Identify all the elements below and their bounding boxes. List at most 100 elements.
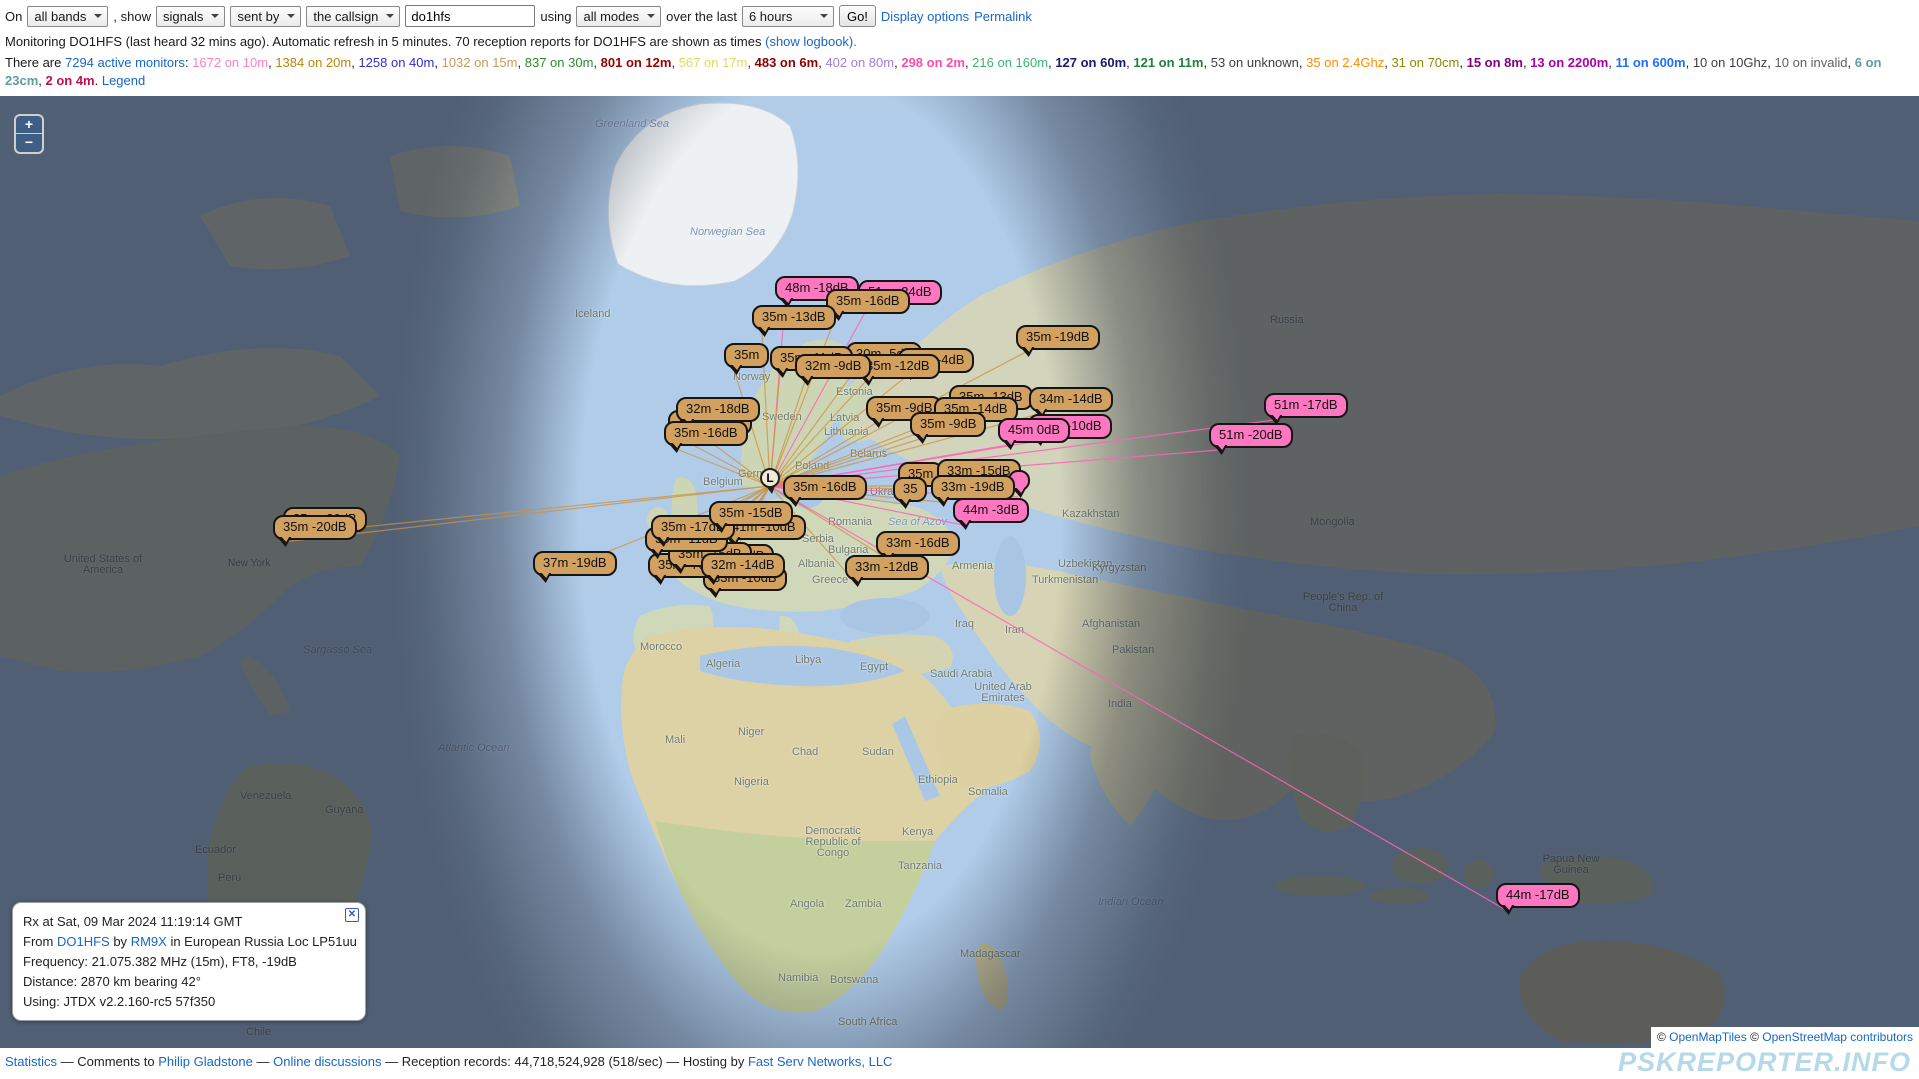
chevron-down-icon — [287, 14, 295, 22]
popup-software: Using: JTDX v2.2.160-rc5 57f350 — [23, 992, 355, 1011]
close-icon[interactable]: ✕ — [345, 908, 359, 922]
monitor-count: 121 on 11m — [1133, 55, 1203, 70]
callsign-mode-value: the callsign — [313, 9, 378, 24]
monitor-count: 402 on 80m — [825, 55, 894, 70]
reception-report-balloon[interactable]: 35m -20dB — [273, 515, 357, 540]
monitoring-text: Monitoring DO1HFS (last heard 32 mins ag… — [5, 34, 765, 49]
modes-select-value: all modes — [583, 9, 639, 24]
monitor-count: 567 on 17m — [679, 55, 748, 70]
monitor-count: 1032 on 15m — [442, 55, 518, 70]
go-button[interactable]: Go! — [839, 5, 876, 27]
monitor-count: 483 on 6m — [755, 55, 819, 70]
status-line: Monitoring DO1HFS (last heard 32 mins ag… — [5, 34, 1914, 51]
reception-report-balloon[interactable]: 35m -9dB — [910, 412, 986, 437]
reception-report-balloon[interactable]: 35m — [724, 343, 769, 368]
callsign-input[interactable] — [405, 5, 535, 27]
monitor-count: 35 on 2.4Ghz — [1306, 55, 1384, 70]
on-label: On — [5, 9, 22, 24]
separator: — — [385, 1054, 398, 1069]
reception-report-balloon[interactable]: 33m -16dB — [876, 531, 960, 556]
zoom-out-button[interactable]: − — [16, 134, 42, 152]
monitors-line: There are 7294 active monitors: 1672 on … — [5, 54, 1914, 90]
monitor-count: 216 on 160m — [972, 55, 1048, 70]
hosting-link[interactable]: Fast Serv Networks, LLC — [748, 1054, 893, 1069]
separator: — — [61, 1054, 74, 1069]
monitor-count: 801 on 12m — [601, 55, 672, 70]
reception-report-balloon[interactable]: 33m -12dB — [845, 555, 929, 580]
reception-report-balloon[interactable]: 32m -9dB — [795, 354, 871, 379]
reception-report-balloon[interactable]: 44m -17dB — [1496, 883, 1580, 908]
reception-report-balloon[interactable]: 44m -3dB — [953, 498, 1029, 523]
monitors-prefix: There are — [5, 55, 65, 70]
show-label: , show — [113, 9, 151, 24]
monitored-station-marker[interactable]: L — [760, 468, 780, 488]
statistics-link[interactable]: Statistics — [5, 1054, 57, 1069]
map[interactable]: Greenland SeaNorwegian SeaIcelandNorwayS… — [0, 96, 1919, 1048]
chevron-down-icon — [647, 14, 655, 22]
duration-select-value: 6 hours — [749, 9, 792, 24]
openstreetmap-link[interactable]: OpenStreetMap contributors — [1762, 1030, 1913, 1044]
bands-select-value: all bands — [34, 9, 86, 24]
rx-callsign-link[interactable]: RM9X — [131, 934, 167, 949]
monitor-count: 13 on 2200m — [1530, 55, 1608, 70]
online-discussions-link[interactable]: Online discussions — [273, 1054, 381, 1069]
zoom-control: + − — [14, 114, 44, 154]
chevron-down-icon — [94, 14, 102, 22]
reception-report-balloon[interactable]: 35m -13dB — [752, 305, 836, 330]
legend-link[interactable]: Legend — [102, 73, 145, 88]
reception-report-balloon[interactable]: 35 — [893, 477, 927, 502]
separator: — — [666, 1054, 679, 1069]
reception-report-balloon[interactable]: 37m -19dB — [533, 551, 617, 576]
reception-report-balloon[interactable]: 51m -20dB — [1209, 423, 1293, 448]
bands-select[interactable]: all bands — [27, 6, 108, 27]
signals-select[interactable]: signals — [156, 6, 225, 27]
reception-report-balloon[interactable]: 35m -16dB — [664, 421, 748, 446]
reception-report-balloon[interactable]: 34m -14dB — [1029, 387, 1113, 412]
by-label: by — [113, 934, 127, 949]
reception-report-balloon[interactable]: 51m -17dB — [1264, 393, 1348, 418]
monitor-count: 53 on unknown — [1211, 55, 1299, 70]
monitor-count: 1672 on 10m — [192, 55, 268, 70]
duration-select[interactable]: 6 hours — [742, 6, 834, 27]
popup-from-line: From DO1HFS by RM9X in European Russia L… — [23, 932, 355, 951]
callsign-mode-select[interactable]: the callsign — [306, 6, 400, 27]
reception-records: Reception records: 44,718,524,928 (518/s… — [402, 1054, 663, 1069]
monitor-count: 298 on 2m — [901, 55, 965, 70]
show-logbook-link[interactable]: (show logbook). — [765, 34, 857, 49]
comments-prefix: Comments to — [77, 1054, 154, 1069]
display-options-link[interactable]: Display options — [881, 9, 969, 24]
zoom-in-button[interactable]: + — [16, 116, 42, 134]
monitor-counts: 1672 on 10m, 1384 on 20m, 1258 on 40m, 1… — [5, 55, 1881, 88]
using-label: using — [540, 9, 571, 24]
popup-distance: Distance: 2870 km bearing 42° — [23, 972, 355, 991]
reception-detail-popup: ✕ Rx at Sat, 09 Mar 2024 11:19:14 GMT Fr… — [12, 902, 366, 1021]
permalink-link[interactable]: Permalink — [974, 9, 1032, 24]
locator-text: in European Russia Loc LP51uu — [170, 934, 356, 949]
popup-rx-time: Rx at Sat, 09 Mar 2024 11:19:14 GMT — [23, 912, 355, 931]
chevron-down-icon — [386, 14, 394, 22]
reception-report-balloon[interactable]: 32m -14dB — [701, 553, 785, 578]
monitor-count: 10 on invalid — [1775, 55, 1848, 70]
monitor-count: 127 on 60m — [1055, 55, 1126, 70]
modes-select[interactable]: all modes — [576, 6, 661, 27]
sentby-select[interactable]: sent by — [230, 6, 301, 27]
copyright-icon: © — [1657, 1030, 1666, 1044]
signals-select-value: signals — [163, 9, 203, 24]
reception-report-balloon[interactable]: 35m -19dB — [1016, 325, 1100, 350]
reception-report-balloon[interactable]: 45m 0dB — [998, 418, 1070, 443]
reception-report-balloon[interactable]: 35m -16dB — [783, 475, 867, 500]
sentby-select-value: sent by — [237, 9, 279, 24]
footer: Statistics — Comments to Philip Gladston… — [0, 1048, 1919, 1079]
monitor-count: 15 on 8m — [1467, 55, 1523, 70]
reception-report-balloon[interactable]: 33m -19dB — [931, 475, 1015, 500]
reception-report-balloon[interactable]: 35m -16dB — [826, 289, 910, 314]
philip-gladstone-link[interactable]: Philip Gladstone — [158, 1054, 253, 1069]
copyright-icon: © — [1750, 1030, 1759, 1044]
reception-report-balloon[interactable]: 32m -18dB — [676, 397, 760, 422]
reception-report-balloon[interactable]: 35m -15dB — [709, 501, 793, 526]
tx-callsign-link[interactable]: DO1HFS — [57, 934, 110, 949]
openmaptiles-link[interactable]: OpenMapTiles — [1669, 1030, 1747, 1044]
monitor-count: 1258 on 40m — [358, 55, 434, 70]
toolbar: On all bands , show signals sent by the … — [0, 0, 1919, 96]
active-monitors-link[interactable]: 7294 active monitors — [65, 55, 185, 70]
